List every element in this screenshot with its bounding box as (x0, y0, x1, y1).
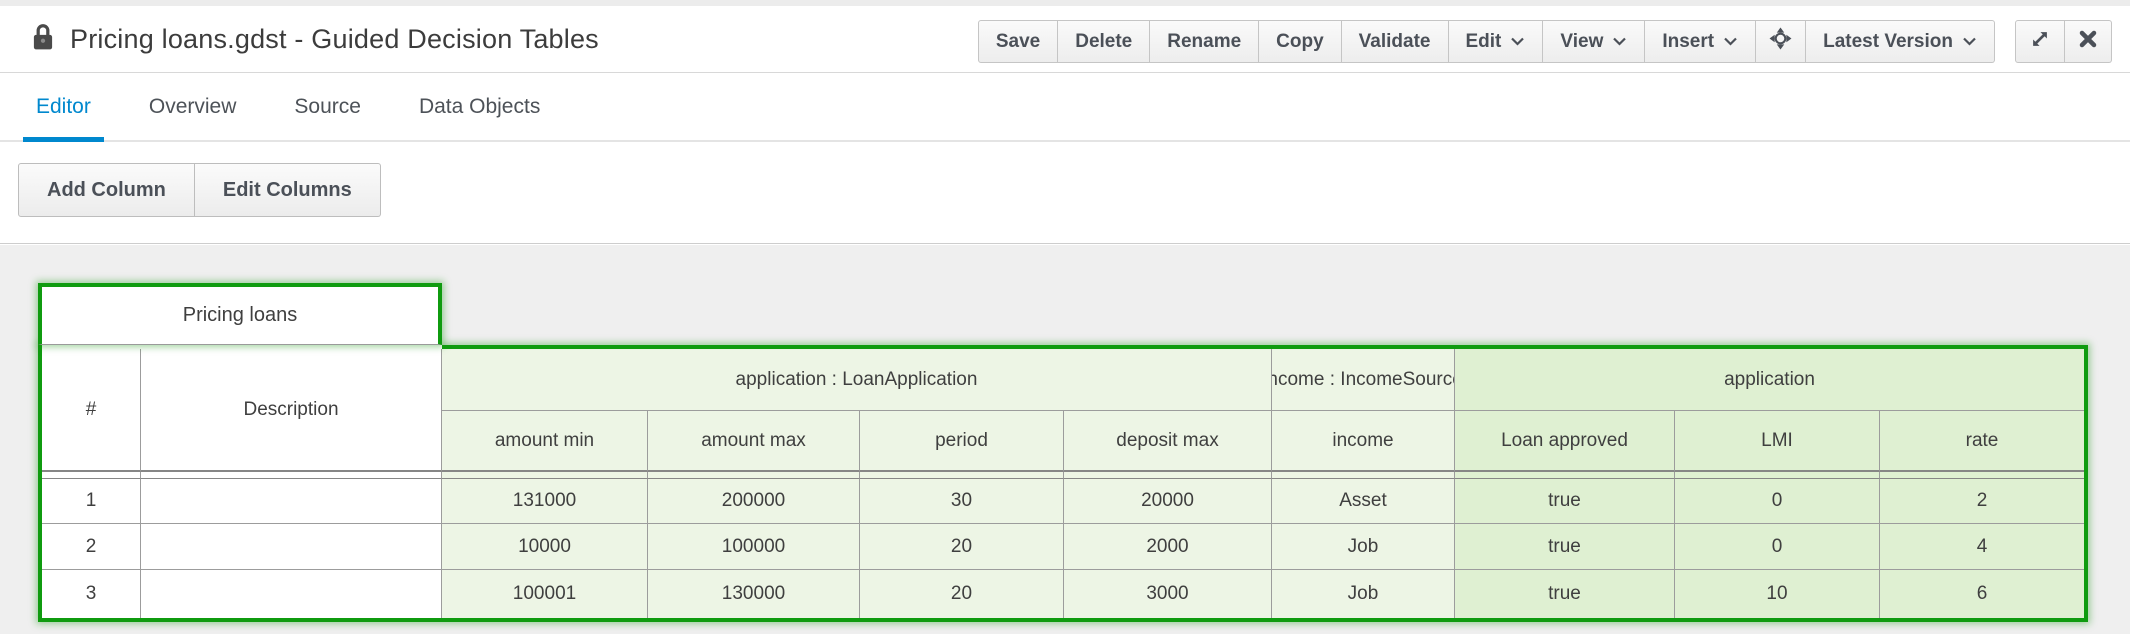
toolbar-button-group: Save Delete Rename Copy Validate Edit Vi… (978, 20, 1995, 63)
table-cell[interactable]: 130000 (648, 570, 860, 618)
row-number-cell[interactable]: 2 (42, 524, 141, 570)
row-number-cell[interactable]: 1 (42, 479, 141, 524)
table-cell[interactable]: 2 (1880, 479, 2084, 524)
expand-icon (2029, 28, 2051, 56)
page-title: Pricing loans.gdst - Guided Decision Tab… (70, 24, 599, 55)
table-cell[interactable]: 4 (1880, 524, 2084, 570)
description-header[interactable]: Description (141, 349, 442, 472)
group-header[interactable]: application : LoanApplication (442, 349, 1272, 411)
column-header[interactable]: period (860, 411, 1064, 472)
move-icon (1769, 27, 1792, 56)
move-button[interactable] (1756, 20, 1806, 63)
caret-down-icon (1723, 37, 1738, 46)
header-body-separator[interactable] (648, 472, 860, 479)
table-cell[interactable]: 3000 (1064, 570, 1272, 618)
table-cell[interactable]: Asset (1272, 479, 1455, 524)
toolbar: Save Delete Rename Copy Validate Edit Vi… (978, 20, 2112, 63)
table-cell[interactable]: true (1455, 570, 1675, 618)
column-header[interactable]: rate (1880, 411, 2084, 472)
table-cell[interactable]: 2000 (1064, 524, 1272, 570)
view-menu-button[interactable]: View (1543, 20, 1645, 63)
header-body-separator[interactable] (141, 472, 442, 479)
header-body-separator[interactable] (860, 472, 1064, 479)
table-cell[interactable]: 30 (860, 479, 1064, 524)
row-number-header[interactable]: # (42, 349, 141, 472)
close-button[interactable] (2065, 20, 2112, 63)
column-header[interactable]: amount max (648, 411, 860, 472)
table-cell[interactable]: Job (1272, 570, 1455, 618)
rename-button[interactable]: Rename (1150, 20, 1259, 63)
header-body-separator[interactable] (1455, 472, 1675, 479)
row-number-cell[interactable]: 3 (42, 570, 141, 618)
editor-content: Pricing loans #Descriptionapplication : … (0, 245, 2130, 634)
tab-data-objects[interactable]: Data Objects (411, 74, 548, 140)
header-body-separator[interactable] (1880, 472, 2084, 479)
table-cell[interactable]: 6 (1880, 570, 2084, 618)
table-cell[interactable]: Job (1272, 524, 1455, 570)
latest-version-button[interactable]: Latest Version (1806, 20, 1995, 63)
tab-source[interactable]: Source (286, 74, 369, 140)
table-cell[interactable]: 20 (860, 524, 1064, 570)
header-body-separator[interactable] (1675, 472, 1880, 479)
column-header[interactable]: income (1272, 411, 1455, 472)
table-cell[interactable]: 10 (1675, 570, 1880, 618)
caret-down-icon (1612, 37, 1627, 46)
column-header[interactable]: deposit max (1064, 411, 1272, 472)
table-cell[interactable]: 20 (860, 570, 1064, 618)
table-cell[interactable]: 10000 (442, 524, 648, 570)
actions-bar: Add Column Edit Columns (0, 144, 2130, 244)
tab-editor[interactable]: Editor (28, 74, 99, 140)
column-header[interactable]: amount min (442, 411, 648, 472)
copy-button[interactable]: Copy (1259, 20, 1342, 63)
close-icon (2078, 29, 2098, 55)
description-cell[interactable] (141, 479, 442, 524)
header-body-separator[interactable] (42, 472, 141, 479)
edit-menu-button[interactable]: Edit (1449, 20, 1544, 63)
table-cell[interactable]: 200000 (648, 479, 860, 524)
description-cell[interactable] (141, 524, 442, 570)
header-body-separator[interactable] (1064, 472, 1272, 479)
tab-bar: Editor Overview Source Data Objects (0, 74, 2130, 142)
table-cell[interactable]: 0 (1675, 524, 1880, 570)
table-cell[interactable]: 100000 (648, 524, 860, 570)
validate-button[interactable]: Validate (1342, 20, 1449, 63)
table-cell[interactable]: true (1455, 524, 1675, 570)
caret-down-icon (1510, 37, 1525, 46)
table-cell[interactable]: 20000 (1064, 479, 1272, 524)
description-cell[interactable] (141, 570, 442, 618)
caret-down-icon (1962, 37, 1977, 46)
group-header[interactable]: application (1455, 349, 2084, 411)
group-header[interactable]: income : IncomeSource (1272, 349, 1455, 411)
lock-icon (30, 22, 56, 57)
table-cell[interactable]: 100001 (442, 570, 648, 618)
header-body-separator[interactable] (442, 472, 648, 479)
add-column-button[interactable]: Add Column (18, 163, 195, 217)
table-caption[interactable]: Pricing loans (38, 283, 442, 345)
title-bar: Pricing loans.gdst - Guided Decision Tab… (0, 0, 2130, 73)
table-cell[interactable]: 0 (1675, 479, 1880, 524)
edit-columns-button[interactable]: Edit Columns (195, 163, 381, 217)
tab-overview[interactable]: Overview (141, 74, 245, 140)
table-cell[interactable]: 131000 (442, 479, 648, 524)
expand-button[interactable] (2015, 20, 2065, 63)
save-button[interactable]: Save (978, 20, 1058, 63)
insert-menu-button[interactable]: Insert (1645, 20, 1756, 63)
window-button-group (2015, 20, 2112, 63)
column-header[interactable]: Loan approved (1455, 411, 1675, 472)
decision-table: #Descriptionapplication : LoanApplicatio… (38, 345, 2088, 622)
column-header[interactable]: LMI (1675, 411, 1880, 472)
header-body-separator[interactable] (1272, 472, 1455, 479)
table-cell[interactable]: true (1455, 479, 1675, 524)
delete-button[interactable]: Delete (1058, 20, 1150, 63)
